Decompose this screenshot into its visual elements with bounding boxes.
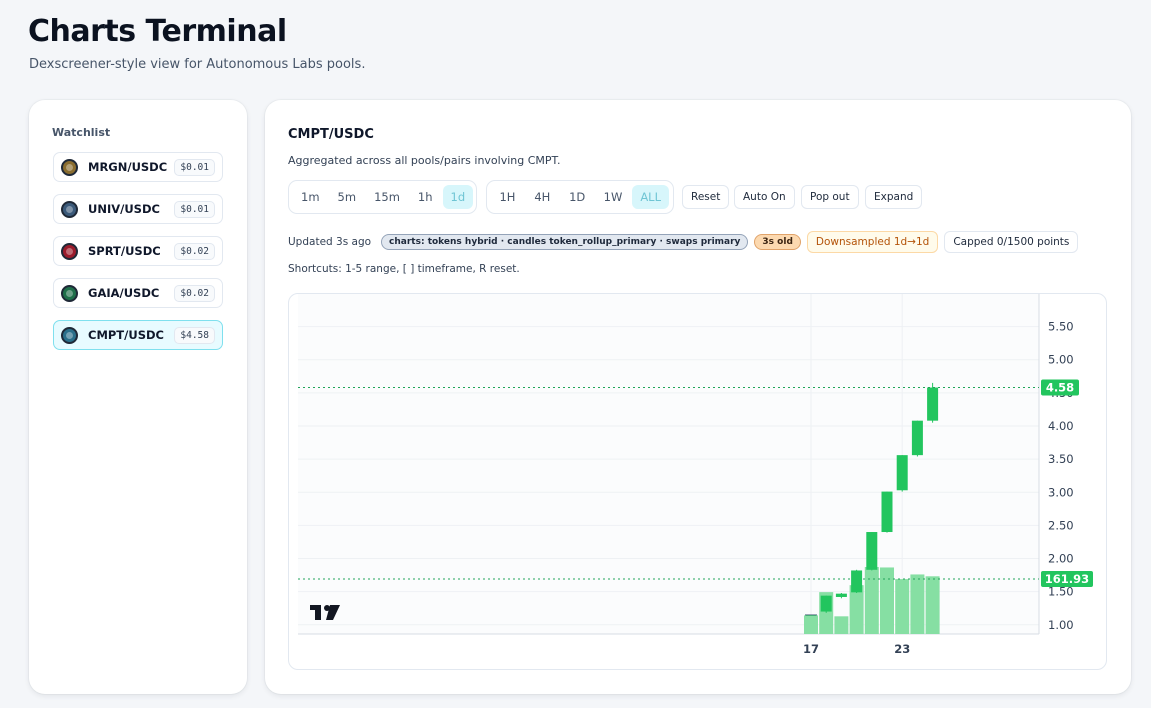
- candle-body: [820, 595, 832, 612]
- y-tick-label: 2.50: [1048, 518, 1074, 532]
- x-tick-label: 17: [803, 642, 819, 656]
- range-button-1d[interactable]: 1D: [561, 185, 594, 209]
- watchlist-pair-label: CMPT/USDC: [88, 328, 164, 342]
- candle-body: [835, 593, 847, 597]
- volume-bar: [880, 567, 894, 634]
- candle-body: [896, 455, 908, 491]
- last-price-label: 4.58: [1046, 381, 1074, 395]
- watchlist-item[interactable]: UNIV/USDC $0.01: [53, 194, 223, 224]
- expand-button[interactable]: Expand: [865, 185, 923, 209]
- mrgn-token-icon: [61, 158, 78, 176]
- watchlist-title: Watchlist: [52, 126, 111, 139]
- reset-button[interactable]: Reset: [682, 185, 730, 209]
- range-button-1w[interactable]: 1W: [596, 185, 631, 209]
- candle-body: [851, 570, 863, 593]
- y-tick-label: 3.00: [1048, 485, 1074, 499]
- timeframe-button-1m[interactable]: 1m: [293, 185, 328, 209]
- age-badge: 3s old: [754, 234, 801, 250]
- volume-bar: [925, 576, 940, 634]
- capped-tag: Capped 0/1500 points: [944, 231, 1079, 253]
- watchlist-panel: Watchlist MRGN/USDC $0.01 UNIV/USDC $0.01 SP…: [29, 100, 247, 694]
- watchlist-pair-label: SPRT/USDC: [88, 244, 161, 258]
- x-tick-label: 23: [894, 642, 910, 656]
- watchlist-item[interactable]: GAIA/USDC $0.02: [53, 278, 223, 308]
- watchlist-price: $0.02: [174, 242, 215, 260]
- page-title: Charts Terminal: [28, 14, 287, 49]
- watchlist-price: $0.01: [174, 200, 215, 218]
- candle-body: [911, 420, 923, 456]
- pop-out-button[interactable]: Pop out: [801, 185, 859, 209]
- watchlist-item[interactable]: MRGN/USDC $0.01: [53, 152, 223, 182]
- candle-body: [881, 491, 893, 533]
- source-badge: charts: tokens hybrid · candles token_ro…: [381, 234, 749, 250]
- univ-token-icon: [61, 200, 78, 218]
- timeframe-button-1d[interactable]: 1d: [442, 185, 474, 209]
- volume-bar: [834, 616, 849, 634]
- watchlist-pair-label: GAIA/USDC: [88, 286, 160, 300]
- y-tick-label: 5.50: [1048, 320, 1074, 334]
- downsampled-tag: Downsampled 1d→1d: [806, 231, 939, 253]
- updated-status: Updated 3s ago: [288, 236, 372, 248]
- y-tick-label: 4.00: [1048, 419, 1074, 433]
- candle-body: [927, 387, 939, 421]
- volume-bar: [804, 615, 818, 634]
- volume-bar: [895, 579, 910, 634]
- shortcuts-hint: Shortcuts: 1-5 range, [ ] timeframe, R r…: [288, 263, 520, 275]
- watchlist-pair-label: UNIV/USDC: [88, 202, 160, 216]
- cmpt-token-icon: [61, 326, 78, 344]
- timeframe-group: 1m 5m 15m 1h 1d: [288, 180, 477, 214]
- gaia-token-icon: [61, 284, 78, 302]
- volume-label: 161.93: [1045, 572, 1089, 586]
- candle-body: [866, 532, 878, 570]
- range-group: 1H 4H 1D 1W ALL: [486, 180, 674, 214]
- timeframe-button-5m[interactable]: 5m: [330, 185, 365, 209]
- watchlist-price: $0.02: [174, 284, 215, 302]
- range-button-4h[interactable]: 4H: [526, 185, 559, 209]
- y-tick-label: 2.00: [1048, 552, 1074, 566]
- watchlist-pair-label: MRGN/USDC: [88, 160, 168, 174]
- volume-bar: [864, 567, 879, 634]
- watchlist-item[interactable]: SPRT/USDC $0.02: [53, 236, 223, 266]
- sprt-token-icon: [61, 242, 78, 260]
- auto-toggle-button[interactable]: Auto On: [734, 185, 795, 209]
- watchlist-items: MRGN/USDC $0.01 UNIV/USDC $0.01 SPRT/USDC $0.…: [53, 152, 223, 362]
- y-tick-label: 1.00: [1048, 618, 1074, 632]
- watchlist-price: $4.58: [174, 326, 215, 344]
- range-button-all[interactable]: ALL: [632, 185, 669, 209]
- status-row: Updated 3s ago charts: tokens hybrid · c…: [288, 231, 1079, 253]
- chart-canvas[interactable]: 5.505.004.504.003.503.002.502.001.501.00…: [289, 294, 1107, 670]
- chart-panel: CMPT/USDC Aggregated across all pools/pa…: [265, 100, 1131, 694]
- watchlist-price: $0.01: [174, 158, 215, 176]
- watchlist-item[interactable]: CMPT/USDC $4.58: [53, 320, 223, 350]
- price-chart[interactable]: 5.505.004.504.003.503.002.502.001.501.00…: [288, 293, 1107, 670]
- page-subtitle: Dexscreener-style view for Autonomous La…: [29, 57, 366, 72]
- pair-title: CMPT/USDC: [288, 127, 374, 142]
- y-tick-label: 3.50: [1048, 452, 1074, 466]
- timeframe-button-15m[interactable]: 15m: [366, 185, 408, 209]
- aggregate-description: Aggregated across all pools/pairs involv…: [288, 154, 561, 167]
- y-tick-label: 5.00: [1048, 353, 1074, 367]
- timeframe-button-1h[interactable]: 1h: [410, 185, 441, 209]
- range-button-1h[interactable]: 1H: [491, 185, 524, 209]
- volume-bar: [910, 574, 925, 634]
